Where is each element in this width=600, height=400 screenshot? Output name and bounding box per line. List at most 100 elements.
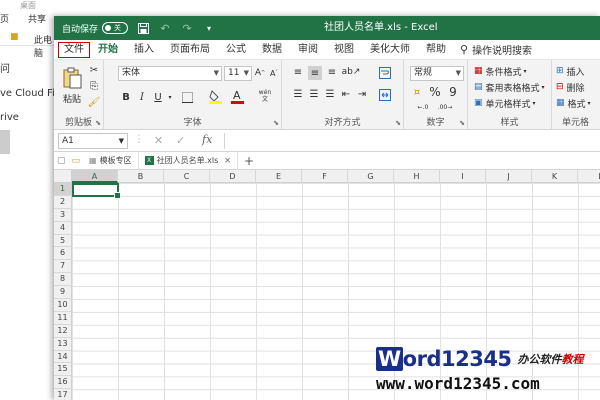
row-header[interactable]: 15: [54, 363, 72, 377]
customize-toolbar-icon[interactable]: ▾: [202, 21, 216, 35]
row-header[interactable]: 6: [54, 247, 72, 261]
row-header[interactable]: 10: [54, 299, 72, 312]
tab-insert[interactable]: 插入: [126, 40, 162, 60]
row-header[interactable]: 14: [54, 350, 72, 364]
percent-button[interactable]: %: [428, 85, 442, 99]
shrink-font-icon[interactable]: Aˇ: [268, 66, 280, 80]
column-header[interactable]: H: [394, 170, 440, 183]
insert-cells-button[interactable]: ⊞ 插入: [556, 64, 600, 78]
number-format-combo[interactable]: 常规 ▼: [410, 66, 464, 81]
open-folder-icon[interactable]: ▭: [69, 156, 84, 166]
autosave-toggle[interactable]: 关: [102, 22, 129, 34]
row-header[interactable]: 5: [54, 234, 72, 248]
decrease-decimal-icon[interactable]: .00→: [436, 102, 454, 112]
column-header[interactable]: L: [578, 170, 600, 183]
row-header[interactable]: 12: [54, 324, 72, 338]
row-header[interactable]: 11: [54, 311, 72, 325]
drag-handle-icon[interactable]: ⋮: [134, 134, 144, 145]
underline-button[interactable]: U: [152, 90, 164, 104]
delete-cells-button[interactable]: ⊟ 删除: [556, 80, 600, 94]
align-center-icon[interactable]: ☰: [308, 88, 320, 100]
save-icon[interactable]: [136, 21, 150, 35]
row-header[interactable]: 2: [54, 195, 72, 209]
copy-icon[interactable]: ⎘: [88, 80, 100, 92]
column-header[interactable]: E: [256, 170, 302, 183]
explorer-address-bar[interactable]: ■ 此电脑: [0, 30, 60, 59]
column-header[interactable]: J: [486, 170, 532, 183]
row-header[interactable]: 16: [54, 376, 72, 390]
font-size-combo[interactable]: 11 ▼: [224, 66, 252, 81]
launcher-icon[interactable]: ⬊: [395, 119, 401, 127]
fill-color-icon[interactable]: [208, 88, 222, 104]
new-document-icon[interactable]: ▢: [54, 156, 69, 166]
column-header[interactable]: I: [440, 170, 486, 183]
cut-icon[interactable]: ✂: [88, 64, 100, 76]
tab-formulas[interactable]: 公式: [218, 40, 254, 60]
tab-help[interactable]: 帮助: [418, 40, 454, 60]
select-all-corner[interactable]: [54, 170, 72, 183]
tab-template-zone[interactable]: ▦ 模板专区: [83, 151, 139, 170]
column-header[interactable]: A: [72, 170, 118, 183]
nav-item-selected[interactable]: [0, 130, 10, 154]
insert-function-button[interactable]: fx: [202, 133, 212, 146]
font-color-icon[interactable]: A: [230, 88, 244, 104]
bold-button[interactable]: B: [120, 90, 132, 104]
formula-input[interactable]: [224, 133, 596, 149]
increase-indent-icon[interactable]: ⇥: [356, 88, 368, 100]
explorer-tab-page[interactable]: 页: [0, 12, 9, 25]
borders-icon[interactable]: [180, 90, 194, 104]
undo-icon[interactable]: ↶: [158, 21, 172, 35]
column-header[interactable]: F: [302, 170, 348, 183]
comma-style-button[interactable]: 9: [446, 85, 460, 99]
row-header[interactable]: 7: [54, 260, 72, 274]
column-header[interactable]: C: [164, 170, 210, 183]
close-icon[interactable]: ✕: [224, 156, 231, 165]
align-left-icon[interactable]: ☰: [292, 88, 304, 100]
new-tab-icon[interactable]: +: [238, 154, 260, 168]
currency-icon[interactable]: ¤: [410, 86, 424, 98]
row-header[interactable]: 3: [54, 208, 72, 222]
cancel-entry-icon[interactable]: ✕: [154, 134, 163, 147]
paste-button[interactable]: 粘贴: [60, 92, 84, 105]
nav-item[interactable]: 问: [0, 58, 56, 82]
format-as-table-button[interactable]: ▤ 套用表格格式 ▾: [474, 80, 552, 94]
orientation-icon[interactable]: ab↗: [342, 66, 361, 78]
row-header[interactable]: 13: [54, 337, 72, 351]
tab-review[interactable]: 审阅: [290, 40, 326, 60]
align-bottom-icon[interactable]: ≡: [326, 66, 338, 78]
format-cells-button[interactable]: ▦ 格式 ▾: [556, 96, 600, 110]
conditional-format-button[interactable]: ▦ 条件格式 ▾: [474, 64, 552, 78]
active-cell-a1[interactable]: [72, 183, 121, 199]
name-box[interactable]: A1 ▼: [58, 133, 128, 149]
grow-font-icon[interactable]: A ^: [254, 66, 266, 80]
column-header[interactable]: K: [532, 170, 578, 183]
italic-button[interactable]: I: [136, 90, 148, 104]
launcher-icon[interactable]: ⬊: [95, 119, 101, 127]
row-header[interactable]: 17: [54, 389, 72, 400]
redo-icon[interactable]: ↷: [180, 21, 194, 35]
row-header[interactable]: 8: [54, 273, 72, 287]
row-header[interactable]: 9: [54, 286, 72, 300]
cell-styles-button[interactable]: ▣ 单元格样式 ▾: [474, 96, 552, 110]
launcher-icon[interactable]: ⬊: [459, 119, 465, 127]
align-right-icon[interactable]: ☰: [324, 88, 336, 100]
format-painter-icon[interactable]: 🖌: [88, 96, 101, 108]
tab-page-layout[interactable]: 页面布局: [162, 40, 218, 60]
row-header[interactable]: 1: [54, 183, 72, 196]
tab-current-workbook[interactable]: X 社团人员名单.xls ✕: [139, 151, 238, 170]
nav-item[interactable]: ve Cloud Files: [0, 82, 56, 106]
nav-item[interactable]: rive: [0, 106, 56, 130]
tab-home[interactable]: 开始: [90, 40, 126, 60]
tab-data[interactable]: 数据: [254, 40, 290, 60]
tab-file[interactable]: 文件: [58, 41, 90, 58]
align-middle-icon[interactable]: ≡: [308, 66, 322, 80]
paste-icon[interactable]: [60, 66, 84, 90]
column-header[interactable]: B: [118, 170, 164, 183]
font-name-combo[interactable]: 宋体 ▼: [118, 66, 222, 81]
wrap-text-icon[interactable]: [378, 66, 392, 80]
row-header[interactable]: 4: [54, 221, 72, 235]
tab-view[interactable]: 视图: [326, 40, 362, 60]
launcher-icon[interactable]: ⬊: [273, 119, 279, 127]
chevron-down-icon[interactable]: ▾: [166, 90, 174, 104]
confirm-entry-icon[interactable]: ✓: [176, 134, 185, 147]
